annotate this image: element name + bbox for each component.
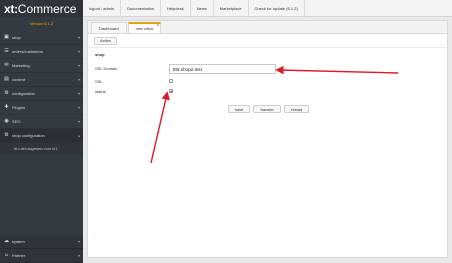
chevron-up-icon: ▴: [77, 133, 80, 138]
top-nav: logout : admin Documentation Helpdesk Ne…: [83, 0, 452, 17]
marketplace-link[interactable]: Marketplace: [214, 0, 249, 17]
sidebar-item-label: shop: [12, 35, 21, 40]
version-label: Version 6.1.2: [29, 21, 54, 26]
sidebar-subitem-shop[interactable]: ttt.x-dev.augewerc.com id:1: [0, 143, 83, 155]
close-icon[interactable]: ⊗: [157, 23, 160, 27]
config-icon: ⚙: [4, 90, 9, 96]
logout-link[interactable]: logout : admin: [83, 0, 122, 17]
tab-bar: Dashboard new client ⊗: [88, 21, 447, 34]
reload-button[interactable]: reload: [284, 105, 310, 113]
sidebar-item-shop-configuration[interactable]: ⚙ shop configuration ▴: [0, 129, 83, 143]
sidebar-item-label: system: [12, 239, 25, 244]
brand-logo[interactable]: xt: Commerce: [0, 0, 83, 17]
save-button[interactable]: save: [228, 105, 251, 113]
sidebar-item-seo[interactable]: ◉ SEO ▾: [0, 115, 83, 129]
sidebar-item-content[interactable]: ▤ content ▾: [0, 73, 83, 87]
section-title: shop: [95, 52, 105, 57]
tab-label: Dashboard: [99, 25, 119, 31]
transfer-button[interactable]: transfer: [253, 105, 282, 113]
plugin-icon: ✚: [4, 104, 9, 110]
main-panel: Dashboard new client ⊗ Action shop SSL D…: [87, 20, 448, 258]
chevron-down-icon: ▾: [77, 63, 80, 68]
documentation-link[interactable]: Documentation: [121, 0, 162, 17]
content-icon: ▤: [4, 76, 9, 82]
brand-part1: xt:: [4, 1, 18, 16]
sidebar-item-label: Plugins: [12, 105, 26, 110]
sidebar-item-shop[interactable]: ▣ shop ▾: [0, 31, 83, 45]
form-actions: save transfer reload: [228, 105, 310, 113]
tab-label: new client: [135, 26, 154, 31]
sidebar-item-orders[interactable]: ☰ orders/customers ▾: [0, 45, 83, 59]
chevron-down-icon: ▾: [77, 119, 80, 124]
sidebar-item-label: Partner: [12, 253, 26, 258]
chevron-down-icon: ▾: [77, 105, 80, 110]
ssl-domain-value: ttt5.shop2.test: [173, 66, 202, 72]
chevron-down-icon: ▾: [77, 35, 80, 40]
marketing-icon: ✉: [4, 62, 9, 68]
check-update-link[interactable]: Check for update (6.1.2): [249, 0, 305, 17]
status-label: status: [95, 89, 106, 94]
ssl-domain-input[interactable]: ttt5.shop2.test: [169, 64, 276, 74]
sidebar-item-marketing[interactable]: ✉ Marketing ▾: [0, 59, 83, 73]
sidebar-item-partner[interactable]: ☺ Partner ▾: [0, 249, 83, 263]
sidebar-item-label: orders/customers: [12, 49, 43, 54]
chevron-down-icon: ▾: [77, 91, 80, 96]
sidebar-item-label: shop configuration: [12, 133, 45, 138]
shop-config-icon: ⚙: [4, 132, 9, 138]
sidebar-item-label: Marketing: [12, 63, 30, 68]
chevron-down-icon: ▾: [77, 239, 80, 244]
ssl-domain-label: SSL Domain: [95, 66, 118, 71]
partner-icon: ☺: [4, 252, 10, 258]
tab-new-client[interactable]: new client ⊗: [127, 22, 162, 33]
brand-part2: Commerce: [17, 1, 77, 16]
sidebar-item-configuration[interactable]: ⚙ configuration ▾: [0, 87, 83, 101]
ssl-label: SSL: [95, 79, 103, 84]
action-button[interactable]: Action: [94, 36, 118, 45]
sidebar-item-label: content: [12, 77, 26, 82]
news-link[interactable]: News: [191, 0, 214, 17]
chevron-down-icon: ▾: [77, 77, 80, 82]
sidebar-bottom: ☁ system ▾ ☺ Partner ▾: [0, 235, 83, 263]
helpdesk-link[interactable]: Helpdesk: [161, 0, 191, 17]
chevron-down-icon: ▾: [77, 253, 80, 258]
sidebar: xt: Commerce Version 6.1.2 ▣ shop ▾ ☰ ord…: [0, 0, 83, 263]
sidebar-item-plugins[interactable]: ✚ Plugins ▾: [0, 101, 83, 115]
chevron-down-icon: ▾: [77, 49, 80, 54]
sidebar-item-label: SEO: [12, 119, 21, 124]
ssl-checkbox[interactable]: [169, 79, 173, 83]
shop-icon: ▣: [4, 34, 9, 40]
toolbar: Action: [88, 34, 447, 48]
order-icon: ☰: [4, 48, 9, 54]
sidebar-item-label: configuration: [12, 91, 35, 96]
sidebar-item-system[interactable]: ☁ system ▾: [0, 235, 83, 249]
system-icon: ☁: [4, 238, 9, 244]
seo-icon: ◉: [4, 118, 9, 124]
status-checkbox[interactable]: ✔: [169, 89, 173, 94]
tab-dashboard[interactable]: Dashboard: [91, 22, 127, 33]
